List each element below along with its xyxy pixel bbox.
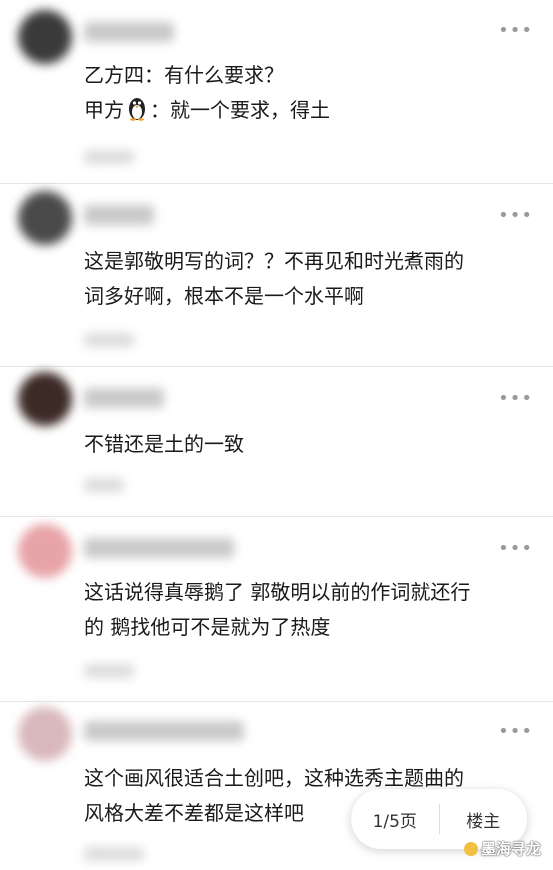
comment-item: ••• 乙方四：有什么要求？ 甲方 ：就一个要求，得土 [0, 0, 553, 184]
avatar[interactable] [18, 707, 72, 761]
more-dots-icon[interactable]: ••• [498, 721, 533, 742]
comment-line: 这话说得真辱鹅了 郭敬明以前的作词就还行 [84, 580, 471, 604]
comment-text-part: ：就一个要求，得土 [150, 98, 330, 122]
username-blurred[interactable] [84, 22, 174, 42]
avatar[interactable] [18, 191, 72, 245]
watermark-text: 墨海寻龙 [480, 840, 541, 858]
comment-line: 这是郭敬明写的词？？不再见和时光煮雨的 [84, 249, 464, 273]
page-indicator-button[interactable]: 1/5页 [351, 789, 439, 849]
avatar[interactable] [18, 372, 72, 426]
comment-text-part: 甲方 [84, 98, 124, 122]
comment-line: 乙方四：有什么要求？ [84, 63, 284, 87]
comment-text: 这话说得真辱鹅了 郭敬明以前的作词就还行 的 鹅找他可不是就为了热度 [84, 575, 533, 645]
comment-item: ••• 这是郭敬明写的词？？不再见和时光煮雨的 词多好啊，根本不是一个水平啊 [0, 183, 553, 367]
comment-line: 不错还是土的一致 [84, 432, 244, 456]
username-blurred[interactable] [84, 388, 164, 408]
more-dots-icon[interactable]: ••• [498, 20, 533, 41]
comment-line: 词多好啊，根本不是一个水平啊 [84, 284, 364, 308]
more-dots-icon[interactable]: ••• [498, 538, 533, 559]
comment-meta-blurred [84, 478, 124, 492]
username-blurred[interactable] [84, 205, 154, 225]
username-blurred[interactable] [84, 721, 244, 741]
watermark: 墨海寻龙 [463, 838, 541, 859]
avatar[interactable] [18, 524, 72, 578]
avatar[interactable] [18, 10, 72, 64]
comment-line: 甲方 ：就一个要求，得土 [84, 93, 533, 132]
comment-meta-blurred [84, 150, 134, 164]
comment-text: 这是郭敬明写的词？？不再见和时光煮雨的 词多好啊，根本不是一个水平啊 [84, 244, 533, 314]
comment-item: ••• 不错还是土的一致 [0, 366, 553, 517]
comment-meta-blurred [84, 333, 134, 347]
comment-text: 乙方四：有什么要求？ 甲方 ：就一个要求，得土 [84, 58, 533, 132]
comment-meta-blurred [84, 847, 144, 861]
username-blurred[interactable] [84, 538, 234, 558]
comment-item: ••• 这话说得真辱鹅了 郭敬明以前的作词就还行 的 鹅找他可不是就为了热度 [0, 516, 553, 702]
comment-text: 不错还是土的一致 [84, 427, 533, 462]
comment-line: 的 鹅找他可不是就为了热度 [84, 615, 331, 639]
more-dots-icon[interactable]: ••• [498, 388, 533, 409]
watermark-logo-icon [463, 842, 478, 856]
penguin-emoji-icon [126, 95, 148, 132]
comment-meta-blurred [84, 664, 134, 678]
more-dots-icon[interactable]: ••• [498, 205, 533, 226]
